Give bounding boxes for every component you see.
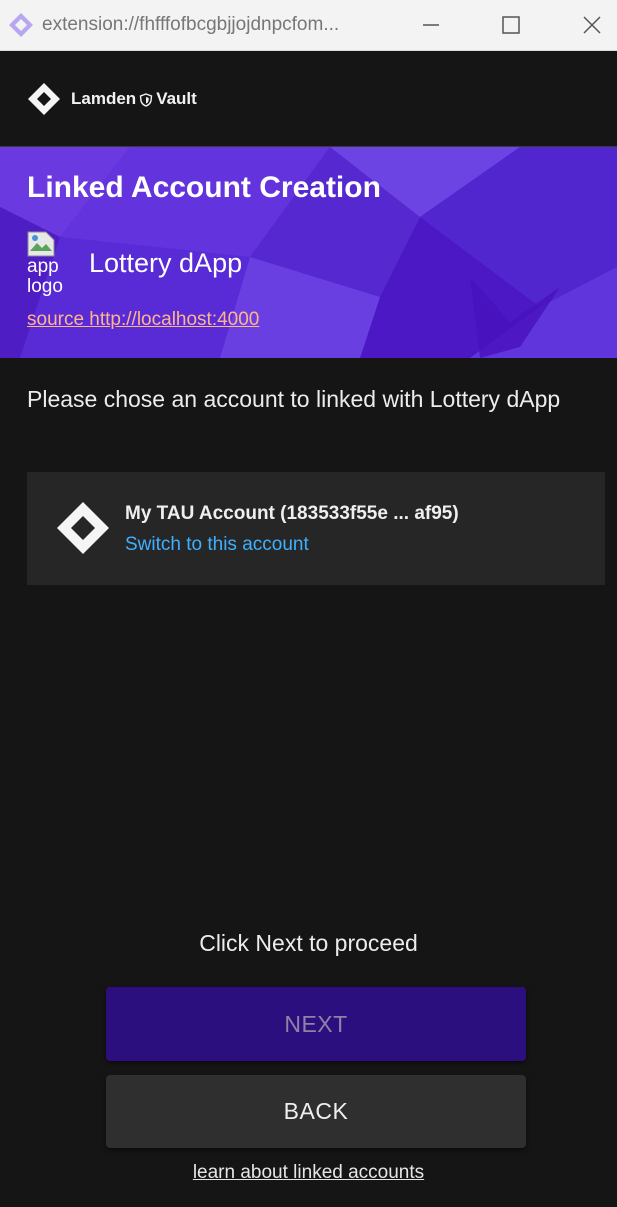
brand-left: Lamden: [71, 88, 137, 108]
app-header: Lamden Vault: [0, 51, 617, 147]
lamden-extension-icon: [6, 10, 36, 40]
learn-linked-accounts-link[interactable]: learn about linked accounts: [0, 1162, 617, 1184]
window-titlebar: extension://fhfffofbcgbjjojdnpcfom...: [0, 0, 617, 51]
close-icon[interactable]: [577, 10, 607, 40]
lamden-logo-icon: [27, 82, 61, 116]
switch-account-link[interactable]: Switch to this account: [125, 534, 309, 556]
account-diamond-icon: [55, 500, 111, 556]
broken-image-icon: [27, 231, 55, 257]
proceed-text: Click Next to proceed: [199, 930, 418, 956]
brand-name: Lamden Vault: [71, 89, 197, 109]
app-name: Lottery dApp: [89, 248, 243, 278]
hero-banner: Linked Account Creation app logo Lottery…: [0, 147, 617, 358]
instructions-text: Please chose an account to linked with L…: [27, 386, 561, 412]
next-button[interactable]: NEXT: [106, 987, 526, 1061]
app-logo: app logo: [27, 231, 71, 297]
minimize-icon[interactable]: [416, 10, 446, 40]
page-title: Linked Account Creation: [27, 171, 381, 204]
back-button[interactable]: BACK: [106, 1075, 526, 1148]
maximize-icon[interactable]: [496, 10, 526, 40]
extension-url: extension://fhfffofbcgbjjojdnpcfom...: [42, 14, 340, 35]
shield-icon: [139, 92, 153, 107]
account-name: My TAU Account (183533f55e ... af95): [125, 503, 459, 524]
account-card[interactable]: My TAU Account (183533f55e ... af95) Swi…: [27, 472, 605, 585]
source-link[interactable]: source http://localhost:4000: [27, 309, 259, 331]
app-logo-alt: app logo: [27, 256, 63, 297]
brand-right: Vault: [156, 88, 197, 108]
